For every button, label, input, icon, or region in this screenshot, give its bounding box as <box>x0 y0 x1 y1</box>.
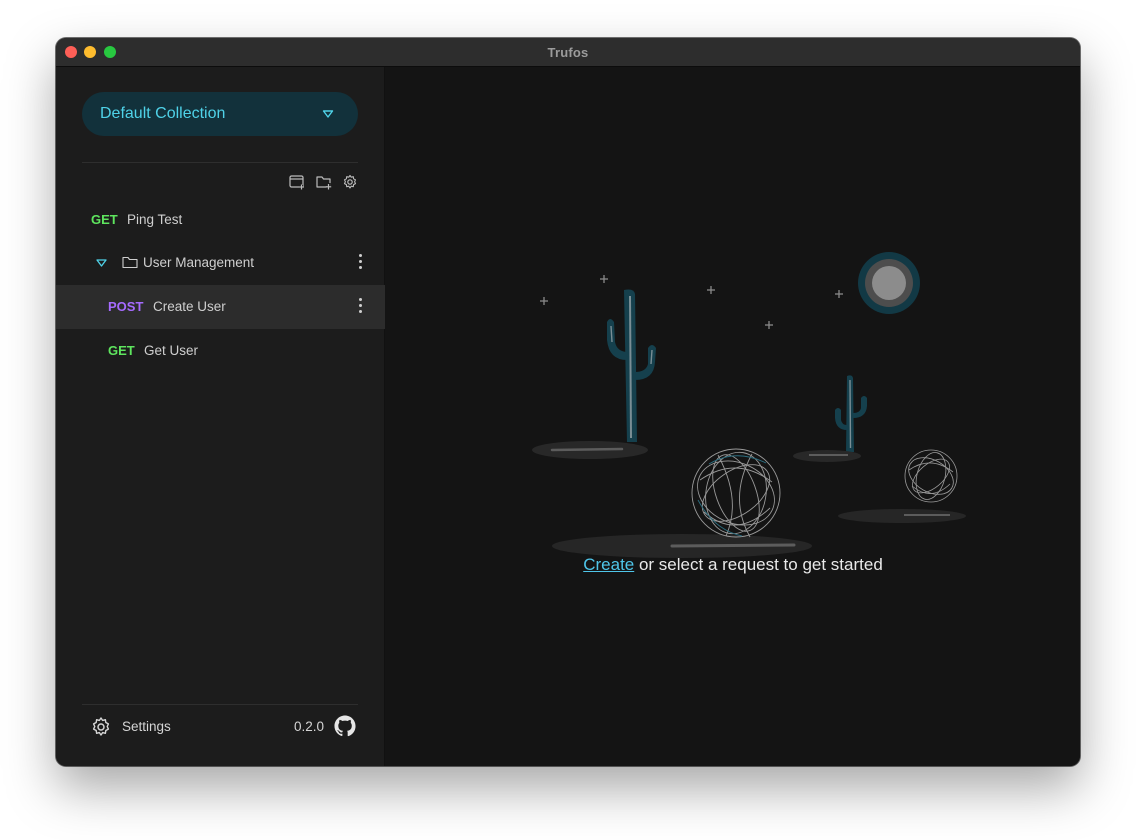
settings-button[interactable]: Settings <box>90 716 230 740</box>
collection-dropdown[interactable]: Default Collection <box>82 92 358 136</box>
window-title: Trufos <box>547 45 589 60</box>
more-options-icon[interactable] <box>359 298 363 316</box>
folder-label: User Management <box>143 255 255 270</box>
request-label: Ping Test <box>127 212 183 227</box>
method-badge: GET <box>91 212 118 227</box>
empty-state-message: Create or select a request to get starte… <box>386 555 1080 575</box>
sidebar: Default Collection GET Ping Test User Ma… <box>56 67 385 766</box>
gear-icon <box>92 717 110 736</box>
request-label: Get User <box>144 343 199 358</box>
chevron-down-icon[interactable] <box>96 258 107 268</box>
desert-illustration <box>532 252 966 558</box>
divider <box>82 704 358 705</box>
app-window: Trufos Default Collection GET Ping Test … <box>56 38 1080 766</box>
app-version: 0.2.0 <box>294 719 325 734</box>
more-options-icon[interactable] <box>359 254 363 272</box>
request-item[interactable]: GET Get User <box>56 329 385 373</box>
new-folder-icon[interactable] <box>315 173 333 191</box>
method-badge: POST <box>108 299 144 314</box>
divider <box>82 162 358 163</box>
collection-dropdown-label: Default Collection <box>100 105 226 122</box>
new-request-icon[interactable] <box>288 173 306 191</box>
chevron-down-icon <box>322 110 334 118</box>
main-panel: Create or select a request to get starte… <box>386 67 1080 766</box>
folder-icon <box>122 256 138 269</box>
empty-state-text: or select a request to get started <box>634 555 883 574</box>
method-badge: GET <box>108 343 135 358</box>
request-item-selected[interactable]: POST Create User <box>56 285 385 329</box>
github-icon[interactable] <box>334 715 356 737</box>
gear-icon[interactable] <box>341 173 359 191</box>
request-label: Create User <box>153 299 226 314</box>
title-bar: Trufos <box>56 38 1080 67</box>
create-request-link[interactable]: Create <box>583 555 634 574</box>
settings-label: Settings <box>122 719 171 734</box>
request-item[interactable]: GET Ping Test <box>56 198 385 242</box>
folder-item[interactable]: User Management <box>56 241 385 285</box>
